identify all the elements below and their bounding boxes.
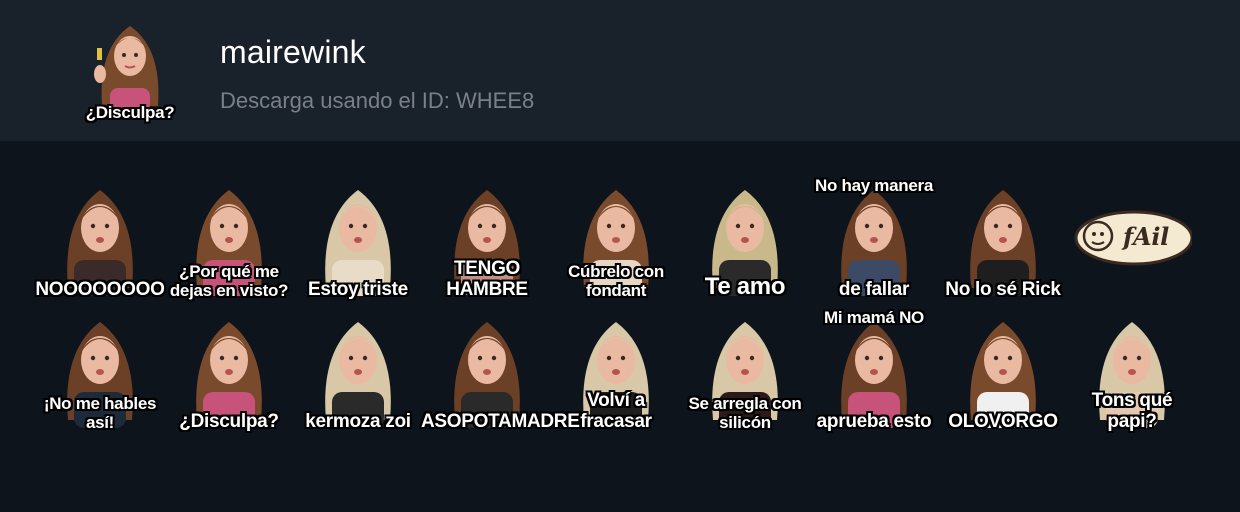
sticker-caption: Tons qué papi? bbox=[1091, 390, 1173, 432]
sticker-caption: ASOPOTAMADRE bbox=[421, 411, 580, 432]
sticker-caption: ¿Por qué me dejas en visto? bbox=[169, 262, 289, 300]
sticker[interactable]: TENGO HAMBRE bbox=[427, 178, 547, 302]
sticker[interactable]: kermoza zoi bbox=[298, 310, 418, 434]
sticker[interactable]: Mi mamá NO aprueba esto bbox=[814, 308, 934, 434]
sticker-caption: fAil bbox=[1123, 222, 1169, 251]
pack-download-id: Descarga usando el ID: WHEE8 bbox=[220, 88, 535, 113]
sticker[interactable]: No hay manera de fallar bbox=[814, 176, 934, 302]
sticker-caption: NOOOOOOOO bbox=[35, 279, 165, 300]
sticker-caption-top: No hay manera bbox=[815, 176, 933, 195]
pack-title: mairewink bbox=[220, 34, 366, 70]
sticker-caption: No lo sé Rick bbox=[945, 279, 1061, 300]
sticker-caption: TENGO HAMBRE bbox=[446, 258, 528, 300]
sticker[interactable]: ASOPOTAMADRE bbox=[421, 310, 580, 434]
sticker[interactable]: Estoy triste bbox=[298, 178, 418, 302]
sticker-caption: aprueba esto bbox=[816, 411, 932, 432]
sticker[interactable]: NOOOOOOOO bbox=[35, 178, 165, 302]
sticker-caption: kermoza zoi bbox=[305, 411, 411, 432]
sticker-caption: Se arregla con silicón bbox=[688, 394, 802, 432]
sticker[interactable]: No lo sé Rick bbox=[943, 178, 1063, 302]
sticker[interactable]: Te amo bbox=[685, 178, 805, 302]
sticker-caption: ¡No me hables así! bbox=[43, 394, 157, 432]
sticker[interactable]: fAil bbox=[1072, 178, 1192, 302]
pack-icon[interactable]: ¿Disculpa? bbox=[80, 18, 180, 122]
sticker-caption: OLOVORGO bbox=[948, 411, 1058, 432]
pack-icon-caption: ¿Disculpa? bbox=[85, 103, 175, 122]
sticker-caption: Estoy triste bbox=[308, 279, 408, 300]
sticker[interactable]: Cúbrelo con fondant bbox=[556, 178, 676, 302]
sticker-caption-top: Mi mamá NO bbox=[824, 308, 924, 327]
sticker-caption: Volví a fracasar bbox=[580, 390, 652, 432]
sticker[interactable]: OLOVORGO bbox=[943, 310, 1063, 434]
sticker[interactable]: Volví a fracasar bbox=[556, 310, 676, 434]
sticker[interactable]: ¡No me hables así! bbox=[40, 310, 160, 434]
sticker-caption: Te amo bbox=[704, 273, 786, 300]
sticker-caption: de fallar bbox=[838, 279, 910, 300]
sticker[interactable]: Tons qué papi? bbox=[1072, 310, 1192, 434]
sticker[interactable]: ¿Por qué me dejas en visto? bbox=[169, 178, 289, 302]
sticker-caption: ¿Disculpa? bbox=[179, 411, 279, 432]
pack-header: ¿Disculpa? mairewink Descarga usando el … bbox=[0, 0, 1240, 141]
sticker-caption: Cúbrelo con fondant bbox=[568, 262, 664, 300]
sticker[interactable]: ¿Disculpa? bbox=[169, 310, 289, 434]
sticker[interactable]: Se arregla con silicón bbox=[685, 310, 805, 434]
